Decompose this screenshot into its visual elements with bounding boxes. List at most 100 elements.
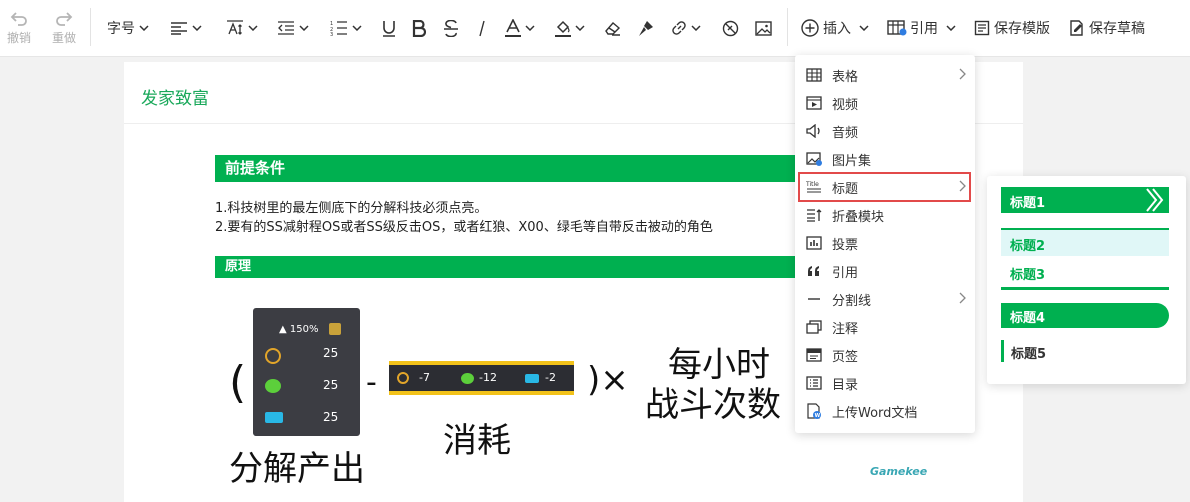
document-title[interactable]: 发家致富 bbox=[141, 84, 209, 109]
battery-icon bbox=[525, 374, 539, 383]
save-draft-label: 保存草稿 bbox=[1089, 21, 1145, 37]
menu-item-label: 目录 bbox=[832, 377, 859, 393]
menu-item-audio[interactable]: 音频 bbox=[795, 117, 975, 145]
table-reference-icon bbox=[887, 20, 907, 36]
menu-item-video[interactable]: 视频 bbox=[795, 89, 975, 117]
produce-value: 25 bbox=[323, 410, 339, 424]
tabs-icon bbox=[805, 346, 823, 364]
clear-format-button[interactable] bbox=[604, 0, 621, 56]
menu-item-label: 引用 bbox=[832, 265, 859, 281]
video-icon bbox=[805, 94, 823, 112]
redo-button[interactable]: 重做 bbox=[49, 0, 79, 56]
paragraph-line[interactable]: 2.要有的SS减射程OS或者SS级反击OS，或者红狼、X00、绿毛等自带反击被动… bbox=[215, 216, 713, 235]
menu-item-toc[interactable]: 目录 bbox=[795, 369, 975, 397]
menu-item-tabs[interactable]: 页签 bbox=[795, 341, 975, 369]
link-dropdown[interactable] bbox=[671, 0, 701, 56]
menu-item-divider[interactable]: 分割线 bbox=[795, 285, 975, 313]
chevron-right-icon bbox=[959, 292, 966, 304]
heading-submenu: 标题1 标题2 标题3 标题4 标题5 bbox=[987, 176, 1186, 384]
produce-caption: 分解产出 bbox=[229, 449, 365, 489]
insert-dropdown[interactable]: 插入 bbox=[801, 0, 869, 56]
chevron-down-icon bbox=[139, 25, 149, 31]
bold-icon bbox=[412, 19, 426, 37]
heading-option-5[interactable]: 标题5 bbox=[1001, 340, 1169, 362]
chevron-down-icon bbox=[575, 25, 585, 31]
gear-icon bbox=[265, 348, 281, 364]
heading-option-1[interactable]: 标题1 bbox=[1001, 187, 1169, 213]
align-dropdown[interactable] bbox=[170, 0, 202, 56]
indent-dropdown[interactable] bbox=[277, 0, 309, 56]
bold-button[interactable] bbox=[412, 0, 426, 56]
save-template-button[interactable]: 保存模版 bbox=[974, 0, 1050, 56]
font-size-label: 字号 bbox=[107, 21, 135, 37]
double-chevron-right-icon bbox=[1146, 188, 1164, 212]
quote-dropdown[interactable]: 引用 bbox=[887, 0, 956, 56]
indent-icon bbox=[278, 21, 294, 35]
heading-option-label: 标题1 bbox=[1010, 196, 1046, 211]
heading-option-4[interactable]: 标题4 bbox=[1001, 303, 1169, 328]
image-icon bbox=[755, 20, 772, 36]
formula-image[interactable]: ( ▲ 150% 25 25 25 - -7 -12 -2 )× 每小时 战斗次… bbox=[215, 295, 927, 490]
highlight-box bbox=[798, 172, 971, 202]
brush-icon bbox=[639, 20, 653, 36]
heart-icon bbox=[461, 373, 474, 384]
underline-button[interactable] bbox=[381, 0, 397, 56]
font-color-icon bbox=[505, 19, 521, 37]
heading-option-3[interactable]: 标题3 bbox=[1001, 262, 1169, 290]
font-size-dropdown[interactable]: 字号 bbox=[107, 0, 149, 56]
divider-icon bbox=[805, 290, 823, 308]
section-heading[interactable]: 前提条件 bbox=[215, 155, 815, 182]
menu-item-label: 分割线 bbox=[832, 293, 872, 309]
heading-option-label: 标题3 bbox=[1010, 268, 1046, 283]
menu-item-upload-word[interactable]: W 上传Word文档 bbox=[795, 397, 975, 425]
menu-item-label: 折叠模块 bbox=[832, 209, 885, 225]
menu-item-label: 注释 bbox=[832, 321, 859, 337]
vote-icon bbox=[805, 234, 823, 252]
menu-item-note[interactable]: 注释 bbox=[795, 313, 975, 341]
strikethrough-button[interactable] bbox=[443, 0, 459, 56]
line-height-dropdown[interactable] bbox=[226, 0, 258, 56]
chevron-right-icon bbox=[959, 68, 966, 80]
heading-option-2[interactable]: 标题2 bbox=[1001, 228, 1169, 256]
background-color-dropdown[interactable] bbox=[555, 0, 585, 56]
chevron-down-icon bbox=[946, 25, 956, 31]
toc-icon bbox=[805, 374, 823, 392]
menu-item-gallery[interactable]: 图片集 bbox=[795, 145, 975, 173]
gallery-icon bbox=[805, 150, 823, 168]
produce-value: 25 bbox=[323, 346, 339, 360]
menu-item-vote[interactable]: 投票 bbox=[795, 229, 975, 257]
paragraph-line[interactable]: 1.科技树里的最左侧底下的分解科技必须点亮。 bbox=[215, 197, 487, 216]
menu-item-quote[interactable]: 引用 bbox=[795, 257, 975, 285]
chevron-down-icon bbox=[192, 25, 202, 31]
italic-button[interactable] bbox=[476, 0, 488, 56]
cost-caption: 消耗 bbox=[443, 421, 511, 461]
font-color-dropdown[interactable] bbox=[505, 0, 535, 56]
menu-item-table[interactable]: 表格 bbox=[795, 61, 975, 89]
ordered-list-dropdown[interactable]: 123 bbox=[330, 0, 362, 56]
menu-item-label: 表格 bbox=[832, 69, 859, 85]
underline-icon bbox=[383, 20, 395, 37]
chevron-down-icon bbox=[299, 25, 309, 31]
percent-badge: ▲ 150% bbox=[279, 324, 319, 335]
cost-value: -12 bbox=[479, 371, 497, 384]
quote-label: 引用 bbox=[910, 21, 938, 37]
menu-item-label: 音频 bbox=[832, 125, 859, 141]
align-left-icon bbox=[171, 22, 187, 35]
cost-panel: -7 -12 -2 bbox=[389, 361, 574, 395]
save-draft-button[interactable]: 保存草稿 bbox=[1068, 0, 1145, 56]
image-button[interactable] bbox=[755, 0, 772, 56]
format-painter-button[interactable] bbox=[637, 0, 654, 56]
chevron-down-icon bbox=[691, 25, 701, 31]
redo-icon bbox=[56, 11, 73, 26]
toolbar-divider bbox=[90, 8, 91, 46]
undo-button[interactable]: 撤销 bbox=[4, 0, 34, 56]
section-heading[interactable]: 原理 bbox=[215, 256, 815, 278]
unlink-icon bbox=[722, 20, 739, 36]
italic-icon bbox=[479, 20, 485, 36]
menu-item-label: 投票 bbox=[832, 237, 859, 253]
heading-option-label: 标题4 bbox=[1010, 311, 1046, 326]
insert-label: 插入 bbox=[823, 21, 851, 37]
unlink-button[interactable] bbox=[722, 0, 739, 56]
menu-item-fold[interactable]: 折叠模块 bbox=[795, 201, 975, 229]
open-paren: ( bbox=[229, 357, 247, 408]
